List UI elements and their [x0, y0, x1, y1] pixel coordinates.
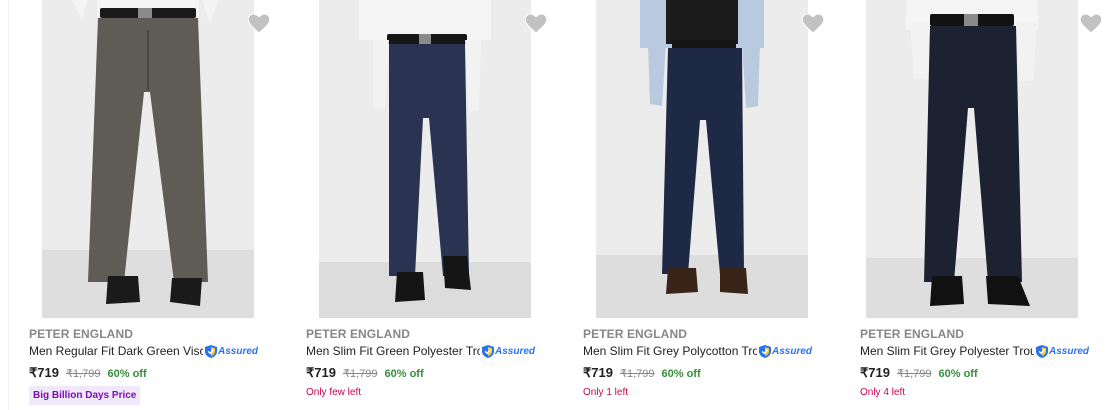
stock-status: Only 1 left	[583, 387, 629, 398]
price-row: ₹719 ₹1,799 60% off	[860, 365, 978, 381]
title-row: Men Regular Fit Dark Green Visc... Assur…	[29, 344, 258, 358]
assured-label: Assured	[218, 345, 259, 357]
brand-name: PETER ENGLAND	[29, 327, 133, 341]
product-image[interactable]	[319, 0, 531, 318]
product-card[interactable]: PETER ENGLAND Men Slim Fit Grey Polycott…	[583, 0, 847, 410]
original-price: ₹1,799	[65, 368, 101, 380]
assured-label: Assured	[495, 345, 536, 357]
assured-badge: Assured	[205, 344, 258, 358]
title-row: Men Slim Fit Grey Polycotton Tro... Assu…	[583, 344, 812, 358]
divider	[8, 0, 9, 410]
shield-icon	[1036, 344, 1048, 358]
product-title[interactable]: Men Regular Fit Dark Green Visc...	[29, 344, 203, 358]
title-row: Men Slim Fit Grey Polyester Trou... Assu…	[860, 344, 1089, 358]
trousers-photo	[866, 0, 1078, 318]
product-image[interactable]	[866, 0, 1078, 318]
product-title[interactable]: Men Slim Fit Green Polyester Tro...	[306, 344, 480, 358]
trousers-photo	[319, 0, 531, 318]
price-row: ₹719 ₹1,799 60% off	[306, 365, 424, 381]
original-price: ₹1,799	[896, 368, 932, 380]
stock-status: Only few left	[306, 387, 362, 398]
discount-label: 60% off	[107, 368, 147, 380]
selling-price: ₹719	[29, 365, 59, 380]
stock-status: Only 4 left	[860, 387, 906, 398]
product-image[interactable]	[42, 0, 254, 318]
product-card[interactable]: PETER ENGLAND Men Slim Fit Grey Polyeste…	[860, 0, 1106, 410]
selling-price: ₹719	[306, 365, 336, 380]
assured-badge: Assured	[482, 344, 535, 358]
product-grid: PETER ENGLAND Men Regular Fit Dark Green…	[0, 0, 1106, 410]
discount-label: 60% off	[384, 368, 424, 380]
brand-name: PETER ENGLAND	[306, 327, 410, 341]
heart-icon[interactable]	[1080, 14, 1102, 34]
brand-name: PETER ENGLAND	[583, 327, 687, 341]
assured-badge: Assured	[1036, 344, 1089, 358]
price-row: ₹719 ₹1,799 60% off	[29, 365, 147, 381]
price-row: ₹719 ₹1,799 60% off	[583, 365, 701, 381]
product-card[interactable]: PETER ENGLAND Men Slim Fit Green Polyest…	[306, 0, 570, 410]
assured-label: Assured	[772, 345, 813, 357]
trousers-photo	[42, 0, 254, 318]
assured-badge: Assured	[759, 344, 812, 358]
assured-label: Assured	[1049, 345, 1090, 357]
trousers-photo	[596, 0, 808, 318]
product-card[interactable]: PETER ENGLAND Men Regular Fit Dark Green…	[29, 0, 293, 410]
shield-icon	[205, 344, 217, 358]
product-title[interactable]: Men Slim Fit Grey Polycotton Tro...	[583, 344, 757, 358]
selling-price: ₹719	[583, 365, 613, 380]
original-price: ₹1,799	[619, 368, 655, 380]
title-row: Men Slim Fit Green Polyester Tro... Assu…	[306, 344, 535, 358]
discount-label: 60% off	[661, 368, 701, 380]
discount-label: 60% off	[938, 368, 978, 380]
original-price: ₹1,799	[342, 368, 378, 380]
offer-badge: Big Billion Days Price	[29, 386, 141, 405]
shield-icon	[759, 344, 771, 358]
heart-icon[interactable]	[802, 14, 824, 34]
selling-price: ₹719	[860, 365, 890, 380]
heart-icon[interactable]	[525, 14, 547, 34]
heart-icon[interactable]	[248, 14, 270, 34]
product-title[interactable]: Men Slim Fit Grey Polyester Trou...	[860, 344, 1034, 358]
product-image[interactable]	[596, 0, 808, 318]
brand-name: PETER ENGLAND	[860, 327, 964, 341]
shield-icon	[482, 344, 494, 358]
